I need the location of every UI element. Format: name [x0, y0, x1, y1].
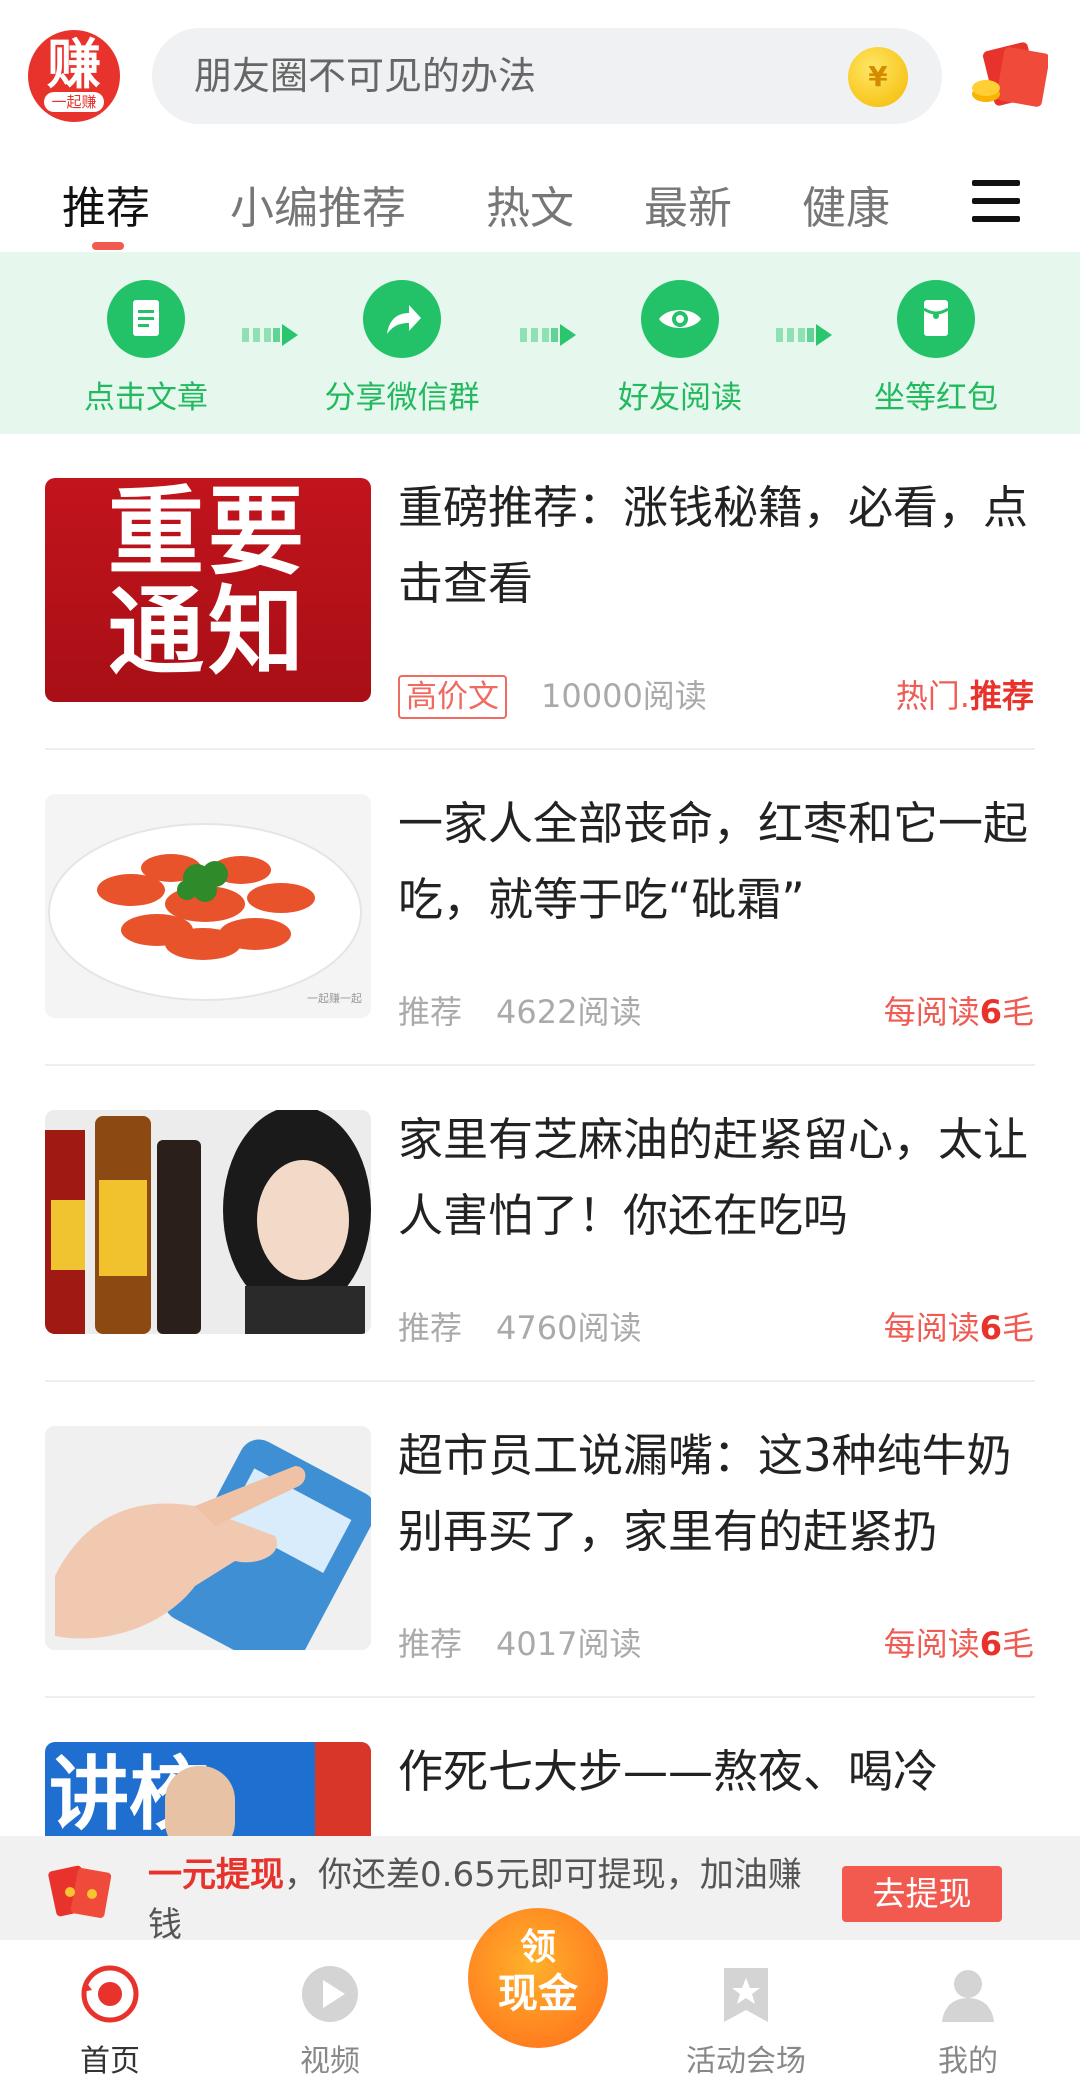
- arrow-icon: [776, 324, 834, 346]
- app-logo[interactable]: 赚 一起赚: [28, 30, 120, 122]
- arrow-icon: [242, 324, 300, 346]
- red-packet-icon[interactable]: [970, 42, 1048, 108]
- arrow-icon: [520, 324, 578, 346]
- article-thumbnail: 一起赚一起: [45, 794, 371, 1018]
- reward-label: 每阅读6毛: [883, 993, 1034, 1031]
- nav-label: 首页: [80, 2044, 140, 2079]
- thumbnail-caption: 一起赚一起: [307, 991, 362, 1005]
- step-label: 好友阅读: [618, 380, 742, 416]
- search-placeholder: 朋友圈不可见的办法: [194, 54, 537, 98]
- tab-recommend[interactable]: 推荐: [62, 172, 150, 236]
- thumbnail-text: 通知: [108, 576, 308, 688]
- nav-home[interactable]: 首页: [30, 1962, 190, 2080]
- article-tag: 推荐: [398, 1309, 463, 1347]
- search-bar[interactable]: 朋友圈不可见的办法 ¥: [152, 28, 942, 124]
- article-tag: 推荐: [398, 993, 463, 1031]
- tab-editor-picks[interactable]: 小编推荐: [230, 172, 406, 236]
- step-label: 点击文章: [84, 380, 208, 416]
- thumbnail-text: 重要: [108, 478, 308, 588]
- nav-label: 我的: [938, 2044, 998, 2079]
- article-title[interactable]: 重磅推荐：涨钱秘籍，必看，点击查看: [398, 470, 1038, 622]
- step-label: 坐等红包: [874, 380, 998, 416]
- nav-profile[interactable]: 我的: [888, 1962, 1048, 2080]
- cash-button-line1: 领: [519, 1927, 556, 1968]
- star-bookmark-icon: [714, 1962, 778, 2026]
- article-meta: 推荐 4760阅读 每阅读6毛: [398, 1304, 1034, 1352]
- category-tabs: 推荐 小编推荐 热文 最新 健康: [0, 150, 1080, 252]
- nav-activity[interactable]: 活动会场: [666, 1962, 826, 2080]
- article-item[interactable]: 讲校 作死七大步——熬夜、喝冷: [0, 1698, 1080, 1836]
- withdraw-button[interactable]: 去提现: [842, 1866, 1002, 1922]
- share-icon: [363, 280, 441, 358]
- read-count: 4760阅读: [496, 1309, 642, 1347]
- article-thumbnail: [45, 1426, 371, 1650]
- reward-label: 每阅读6毛: [883, 1625, 1034, 1663]
- cash-button-line2: 现金: [498, 1971, 578, 2017]
- nav-label: 视频: [300, 2044, 360, 2079]
- header: 赚 一起赚 朋友圈不可见的办法 ¥: [0, 0, 1080, 150]
- read-count: 10000阅读: [541, 677, 707, 715]
- step-click-article: 点击文章: [56, 280, 236, 417]
- article-item[interactable]: 超市员工说漏嘴：这3种纯牛奶别再买了，家里有的赶紧扔 推荐 4017阅读 每阅读…: [0, 1382, 1080, 1698]
- red-packet-icon: [897, 280, 975, 358]
- article-title[interactable]: 超市员工说漏嘴：这3种纯牛奶别再买了，家里有的赶紧扔: [398, 1418, 1038, 1570]
- user-icon: [936, 1962, 1000, 2026]
- article-title[interactable]: 作死七大步——熬夜、喝冷: [398, 1734, 1038, 1810]
- article-thumbnail: 重要 通知: [45, 478, 371, 702]
- article-tag: 高价文: [398, 675, 507, 719]
- article-thumbnail: 讲校: [45, 1742, 371, 1836]
- red-packet-icon: [48, 1865, 112, 1918]
- nav-video[interactable]: 视频: [250, 1962, 410, 2080]
- play-icon: [298, 1962, 362, 2026]
- article-title[interactable]: 一家人全部丧命，红枣和它一起吃，就等于吃“砒霜”: [398, 786, 1038, 938]
- reward-label: 热门.推荐: [895, 677, 1034, 715]
- article-thumbnail: [45, 1110, 371, 1334]
- article-title[interactable]: 家里有芝麻油的赶紧留心，太让人害怕了！你还在吃吗: [398, 1102, 1038, 1254]
- tab-hot[interactable]: 热文: [486, 172, 574, 236]
- article-item[interactable]: 家里有芝麻油的赶紧留心，太让人害怕了！你还在吃吗 推荐 4760阅读 每阅读6毛: [0, 1066, 1080, 1382]
- menu-icon[interactable]: [972, 180, 1022, 224]
- home-target-icon: [78, 1962, 142, 2026]
- get-cash-button[interactable]: 领 现金: [468, 1908, 608, 2048]
- earn-steps-banner: 点击文章 分享微信群 好友阅读 坐等红包: [0, 252, 1080, 434]
- article-meta: 高价文 10000阅读 热门.推荐: [398, 672, 1034, 720]
- nav-label: 活动会场: [686, 2044, 806, 2079]
- read-count: 4622阅读: [496, 993, 642, 1031]
- article-meta: 推荐 4017阅读 每阅读6毛: [398, 1620, 1034, 1668]
- article-tag: 推荐: [398, 1625, 463, 1663]
- eye-icon: [641, 280, 719, 358]
- article-meta: 推荐 4622阅读 每阅读6毛: [398, 988, 1034, 1036]
- reward-label: 每阅读6毛: [883, 1309, 1034, 1347]
- coin-icon[interactable]: ¥: [848, 47, 908, 107]
- document-icon: [107, 280, 185, 358]
- tab-latest[interactable]: 最新: [644, 172, 732, 236]
- article-item[interactable]: 一起赚一起 一家人全部丧命，红枣和它一起吃，就等于吃“砒霜” 推荐 4622阅读…: [0, 750, 1080, 1066]
- logo-text: 赚: [47, 33, 101, 96]
- step-label: 分享微信群: [324, 380, 480, 416]
- active-tab-indicator: [92, 242, 124, 250]
- logo-subtext: 一起赚: [44, 92, 104, 112]
- article-item[interactable]: 重要 通知 重磅推荐：涨钱秘籍，必看，点击查看 高价文 10000阅读 热门.推…: [0, 434, 1080, 750]
- step-share-group: 分享微信群: [312, 280, 492, 417]
- tab-health[interactable]: 健康: [802, 172, 890, 236]
- read-count: 4017阅读: [496, 1625, 642, 1663]
- step-friends-read: 好友阅读: [590, 280, 770, 417]
- step-wait-red-packet: 坐等红包: [846, 280, 1026, 417]
